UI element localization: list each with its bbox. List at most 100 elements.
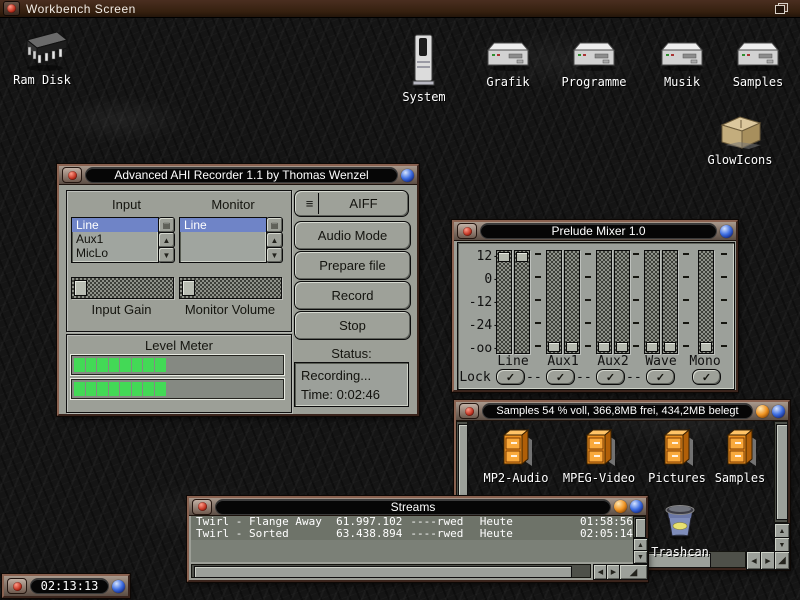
file-row[interactable]: Twirl - Sorted 63.438.894 ----rwed Heute… bbox=[191, 528, 633, 540]
folder-pictures[interactable]: Pictures bbox=[638, 428, 716, 485]
scroll-down-icon[interactable]: ▼ bbox=[266, 247, 283, 263]
mixer-titlebar[interactable]: Prelude Mixer 1.0 bbox=[454, 222, 736, 241]
bottom-scrollbar[interactable] bbox=[191, 564, 591, 578]
slider-knob[interactable] bbox=[498, 252, 510, 262]
lock-checkbox-aux2[interactable]: ✓ bbox=[596, 369, 625, 385]
aux2-right-slider[interactable] bbox=[614, 250, 630, 354]
icon-system[interactable]: System bbox=[394, 33, 454, 104]
lock-checkbox-mono[interactable]: ✓ bbox=[692, 369, 721, 385]
close-icon[interactable] bbox=[459, 403, 479, 419]
scrollbar-thumb[interactable] bbox=[194, 566, 572, 578]
list-drag-icon[interactable]: ▤ bbox=[266, 217, 283, 233]
clock-titlebar[interactable]: 02:13:13 bbox=[4, 576, 128, 596]
slider-knob[interactable] bbox=[646, 342, 658, 352]
depth-sphere-icon[interactable] bbox=[630, 500, 643, 513]
aux2-left-slider[interactable] bbox=[596, 250, 612, 354]
prepare-file-button[interactable]: Prepare file bbox=[294, 251, 411, 280]
disk-drive-icon bbox=[570, 40, 618, 74]
window-title: Prelude Mixer 1.0 bbox=[480, 223, 717, 239]
aux1-right-slider[interactable] bbox=[564, 250, 580, 354]
scroll-down-icon[interactable]: ▼ bbox=[633, 550, 648, 564]
icon-ramdisk[interactable]: Ram Disk bbox=[4, 28, 80, 87]
slider-knob[interactable] bbox=[548, 342, 560, 352]
scrollbar-thumb[interactable] bbox=[776, 424, 788, 520]
list-item[interactable]: Line bbox=[180, 218, 266, 232]
ahi-titlebar[interactable]: Advanced AHI Recorder 1.1 by Thomas Wenz… bbox=[59, 166, 417, 185]
mono-slider[interactable] bbox=[698, 250, 714, 354]
tick-column bbox=[682, 250, 690, 352]
icon-trashcan[interactable]: Trashcan bbox=[642, 500, 718, 559]
streams-titlebar[interactable]: Streams bbox=[189, 498, 646, 516]
folder-mp2-audio[interactable]: MP2-Audio bbox=[471, 428, 561, 485]
slider-knob[interactable] bbox=[664, 342, 676, 352]
list-item[interactable]: Line bbox=[72, 218, 158, 232]
aux1-left-slider[interactable] bbox=[546, 250, 562, 354]
icon-programme[interactable]: Programme bbox=[550, 40, 638, 89]
depth-sphere-icon[interactable] bbox=[112, 580, 125, 593]
slider-knob[interactable] bbox=[616, 342, 628, 352]
scroll-up-icon[interactable]: ▲ bbox=[266, 232, 283, 248]
meter-segment bbox=[86, 382, 97, 396]
meter-segment bbox=[178, 382, 189, 396]
close-icon[interactable] bbox=[7, 578, 27, 594]
screen-menu-icon[interactable] bbox=[3, 1, 20, 16]
depth-sphere-icon[interactable] bbox=[720, 225, 733, 238]
wave-right-slider[interactable] bbox=[662, 250, 678, 354]
right-scrollbar[interactable] bbox=[774, 421, 788, 523]
wave-left-slider[interactable] bbox=[644, 250, 660, 354]
slider-knob[interactable] bbox=[74, 280, 87, 296]
audio-mode-button[interactable]: Audio Mode bbox=[294, 221, 411, 250]
list-item[interactable]: MicLo bbox=[72, 246, 158, 260]
depth-sphere-icon[interactable] bbox=[772, 405, 785, 418]
icon-musik[interactable]: Musik bbox=[650, 40, 714, 89]
right-scrollbar[interactable] bbox=[633, 516, 646, 538]
samples-titlebar[interactable]: Samples 54 % voll, 366,8MB frei, 434,2MB… bbox=[456, 402, 788, 421]
icon-label: GlowIcons bbox=[707, 153, 772, 167]
tick-column bbox=[720, 250, 728, 352]
line-right-slider[interactable] bbox=[514, 250, 530, 354]
lock-checkbox-wave[interactable]: ✓ bbox=[646, 369, 675, 385]
close-icon[interactable] bbox=[62, 167, 82, 183]
stop-button[interactable]: Stop bbox=[294, 311, 411, 340]
meter-segment bbox=[271, 358, 282, 372]
scroll-down-icon[interactable]: ▼ bbox=[158, 247, 175, 263]
zoom-sphere-icon[interactable] bbox=[756, 405, 769, 418]
meter-segment bbox=[201, 382, 212, 396]
list-drag-icon[interactable]: ▤ bbox=[158, 217, 175, 233]
clock-window: 02:13:13 bbox=[2, 574, 130, 598]
folder-samples[interactable]: Samples bbox=[708, 428, 772, 485]
icon-grafik[interactable]: Grafik bbox=[476, 40, 540, 89]
screen-depth-gadget[interactable] bbox=[775, 3, 788, 14]
file-list[interactable]: Twirl - Flange Away 61.997.102 ----rwed … bbox=[191, 516, 633, 562]
slider-knob[interactable] bbox=[598, 342, 610, 352]
lock-checkbox-line[interactable]: ✓ bbox=[496, 369, 525, 385]
slider-knob[interactable] bbox=[566, 342, 578, 352]
monitor-list[interactable]: Line bbox=[179, 217, 267, 263]
input-gain-slider[interactable] bbox=[71, 277, 174, 299]
resize-icon[interactable]: ◢ bbox=[619, 564, 648, 580]
slider-knob[interactable] bbox=[182, 280, 195, 296]
ram-chip-icon bbox=[13, 28, 71, 72]
slider-knob[interactable] bbox=[700, 342, 712, 352]
icon-samples[interactable]: Samples bbox=[720, 40, 796, 89]
lock-checkbox-aux1[interactable]: ✓ bbox=[546, 369, 575, 385]
check-icon: ✓ bbox=[656, 371, 665, 384]
resize-icon[interactable]: ◢ bbox=[774, 551, 790, 570]
format-button[interactable]: ≡ AIFF bbox=[294, 190, 409, 217]
close-icon[interactable] bbox=[457, 223, 477, 239]
folder-mpeg-video[interactable]: MPEG-Video bbox=[554, 428, 644, 485]
input-list[interactable]: Line Aux1 MicLo bbox=[71, 217, 159, 263]
check-icon: ✓ bbox=[702, 371, 711, 384]
scroll-up-icon[interactable]: ▲ bbox=[158, 232, 175, 248]
status-text: Recording... bbox=[301, 368, 402, 383]
list-item[interactable]: Aux1 bbox=[72, 232, 158, 246]
icon-glowicons[interactable]: GlowIcons bbox=[700, 112, 780, 167]
slider-knob[interactable] bbox=[516, 252, 528, 262]
line-left-slider[interactable] bbox=[496, 250, 512, 354]
record-button[interactable]: Record bbox=[294, 281, 411, 310]
depth-sphere-icon[interactable] bbox=[401, 169, 414, 182]
zoom-sphere-icon[interactable] bbox=[614, 500, 627, 513]
close-icon[interactable] bbox=[192, 499, 212, 515]
monitor-volume-slider[interactable] bbox=[179, 277, 282, 299]
scrollbar-thumb[interactable] bbox=[635, 518, 646, 538]
